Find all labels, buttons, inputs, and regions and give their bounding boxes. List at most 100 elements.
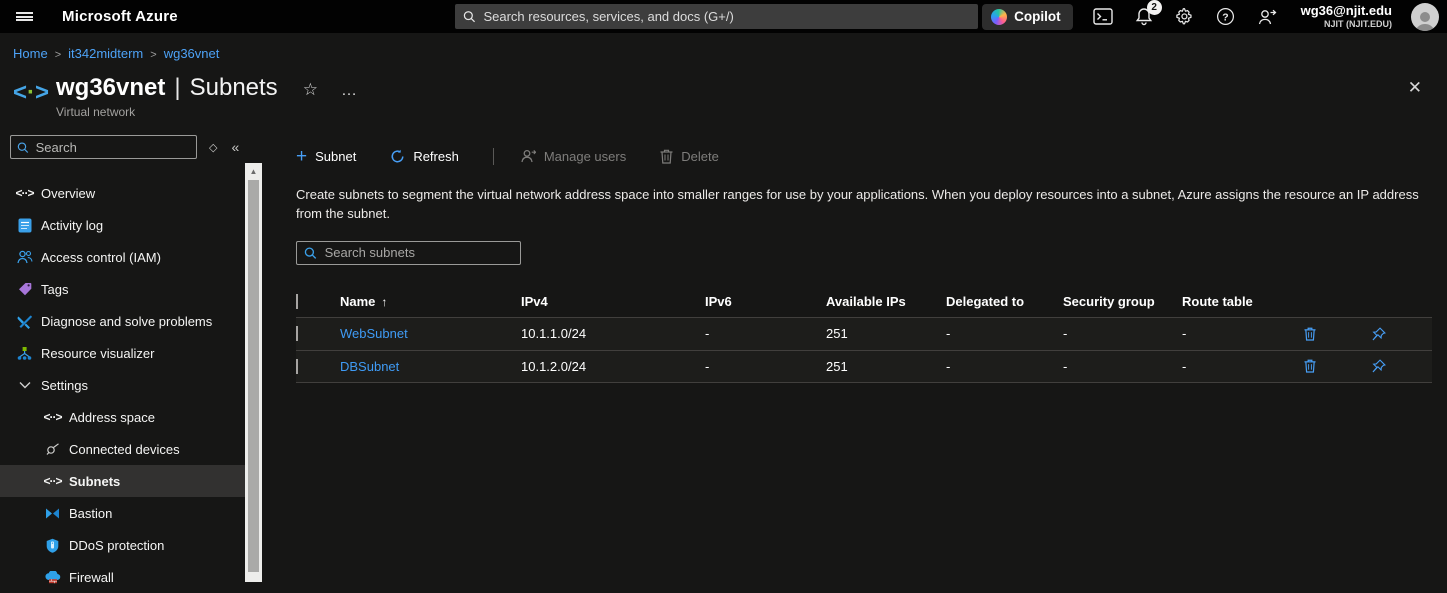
breadcrumb: Home > it342midterm > wg36vnet [13, 46, 219, 61]
tag-icon [16, 281, 33, 298]
breadcrumb-separator: > [150, 49, 156, 61]
breadcrumb-current[interactable]: wg36vnet [164, 46, 220, 61]
manage-users-button[interactable]: Manage users [520, 149, 626, 164]
available-ips-value: 251 [826, 326, 946, 341]
sidebar-item-overview[interactable]: <··> Overview [0, 177, 245, 209]
firewall-icon [44, 569, 61, 586]
select-all-checkbox[interactable] [296, 294, 298, 309]
subnet-name-link[interactable]: WebSubnet [340, 326, 408, 341]
ipv4-value: 10.1.2.0/24 [521, 359, 705, 374]
column-header-ipv6[interactable]: IPv6 [705, 294, 826, 309]
breadcrumb-home[interactable]: Home [13, 46, 48, 61]
ipv4-value: 10.1.1.0/24 [521, 326, 705, 341]
add-subnet-button[interactable]: + Subnet [296, 147, 356, 166]
resource-visualizer-icon [16, 345, 33, 362]
favorite-star-icon[interactable]: ☆ [303, 80, 318, 100]
available-ips-value: 251 [826, 359, 946, 374]
menu-search[interactable] [10, 135, 197, 159]
sidebar-item-ddos-protection[interactable]: DDoS protection [0, 529, 245, 561]
copilot-button[interactable]: Copilot [982, 4, 1073, 30]
pin-subnet-icon[interactable] [1372, 327, 1386, 341]
sidebar-item-resource-visualizer[interactable]: Resource visualizer [0, 337, 245, 369]
column-header-security-group[interactable]: Security group [1063, 294, 1182, 309]
sidebar-scrollbar[interactable]: ▲ [245, 163, 262, 582]
blade-header: <·> wg36vnet | Subnets ☆ … Virtual netwo… [14, 74, 358, 119]
delete-subnet-icon[interactable] [1304, 327, 1316, 341]
subnet-name-link[interactable]: DBSubnet [340, 359, 399, 374]
settings-gear-icon[interactable] [1174, 6, 1196, 28]
table-header-row: Name↑ IPv4 IPv6 Available IPs Delegated … [296, 287, 1432, 317]
sidebar-item-firewall[interactable]: Firewall [0, 561, 245, 593]
delete-subnet-icon[interactable] [1304, 359, 1316, 373]
notification-badge: 2 [1147, 0, 1162, 15]
column-header-route-table[interactable]: Route table [1182, 294, 1292, 309]
page-title: Subnets [190, 74, 278, 102]
sidebar-item-address-space[interactable]: <··> Address space [0, 401, 245, 433]
column-header-ipv4[interactable]: IPv4 [521, 294, 705, 309]
avatar[interactable] [1411, 3, 1439, 31]
help-icon[interactable]: ? [1215, 6, 1237, 28]
sidebar-item-subnets[interactable]: <··> Subnets [0, 465, 245, 497]
scroll-up-arrow-icon[interactable]: ▲ [245, 163, 262, 179]
row-checkbox[interactable] [296, 326, 298, 341]
hamburger-menu-icon[interactable] [0, 0, 48, 33]
sidebar-item-tags[interactable]: Tags [0, 273, 245, 305]
column-header-name[interactable]: Name↑ [340, 294, 521, 309]
ddos-shield-icon [44, 537, 61, 554]
sidebar-group-settings[interactable]: Settings [0, 369, 245, 401]
subnet-search-input[interactable] [325, 245, 513, 260]
delete-button[interactable]: Delete [660, 149, 719, 164]
feedback-icon[interactable] [1256, 6, 1278, 28]
global-search-input[interactable] [483, 9, 970, 24]
column-header-available-ips[interactable]: Available IPs [826, 294, 946, 309]
pin-subnet-icon[interactable] [1372, 359, 1386, 373]
security-group-value: - [1063, 359, 1182, 374]
breadcrumb-separator: > [55, 49, 61, 61]
product-title[interactable]: Microsoft Azure [62, 8, 178, 25]
delegated-to-value: - [946, 326, 1063, 341]
user-email: wg36@njit.edu [1301, 3, 1392, 19]
toolbar-divider [493, 148, 494, 165]
trash-icon [660, 149, 673, 164]
route-table-value: - [1182, 326, 1292, 341]
top-bar: Microsoft Azure Copilot 2 ? wg36@nji [0, 0, 1447, 33]
delegated-to-value: - [946, 359, 1063, 374]
cloud-shell-icon[interactable] [1092, 6, 1114, 28]
search-icon [304, 246, 317, 260]
person-icon [520, 149, 536, 163]
refresh-icon [390, 149, 405, 164]
sidebar-item-access-control[interactable]: Access control (IAM) [0, 241, 245, 273]
search-icon [463, 10, 475, 23]
row-checkbox[interactable] [296, 359, 298, 374]
copilot-icon [991, 9, 1007, 25]
sidebar-item-bastion[interactable]: Bastion [0, 497, 245, 529]
column-header-delegated-to[interactable]: Delegated to [946, 294, 1063, 309]
account-info[interactable]: wg36@njit.edu NJIT (NJIT.EDU) [1301, 3, 1392, 31]
menu-search-input[interactable] [36, 140, 190, 155]
copilot-label: Copilot [1014, 9, 1061, 24]
resource-title: wg36vnet [56, 74, 165, 102]
notifications-bell-icon[interactable]: 2 [1133, 6, 1155, 28]
refresh-button[interactable]: Refresh [390, 149, 459, 164]
subnet-search[interactable] [296, 241, 521, 265]
sidebar-item-connected-devices[interactable]: Connected devices [0, 433, 245, 465]
diamond-icon[interactable]: ◇ [209, 141, 217, 154]
sidebar-item-activity-log[interactable]: Activity log [0, 209, 245, 241]
chevron-down-icon [16, 377, 33, 394]
close-blade-icon[interactable]: ✕ [1408, 78, 1422, 98]
breadcrumb-parent[interactable]: it342midterm [68, 46, 143, 61]
collapse-menu-icon[interactable]: « [231, 139, 239, 155]
scrollbar-thumb[interactable] [246, 180, 261, 572]
vnet-overview-icon: <··> [16, 185, 33, 202]
access-control-icon [16, 249, 33, 266]
user-tenant: NJIT (NJIT.EDU) [1301, 19, 1392, 30]
sidebar-item-diagnose[interactable]: Diagnose and solve problems [0, 305, 245, 337]
resource-type-label: Virtual network [56, 105, 358, 119]
global-search[interactable] [455, 4, 978, 29]
command-bar: + Subnet Refresh Manage users Delete [296, 140, 1432, 172]
more-options-icon[interactable]: … [341, 82, 358, 100]
address-space-icon: <··> [44, 409, 61, 426]
search-icon [17, 141, 29, 154]
bastion-icon [44, 505, 61, 522]
subnets-blade-content: + Subnet Refresh Manage users Delete Cre… [281, 140, 1447, 582]
